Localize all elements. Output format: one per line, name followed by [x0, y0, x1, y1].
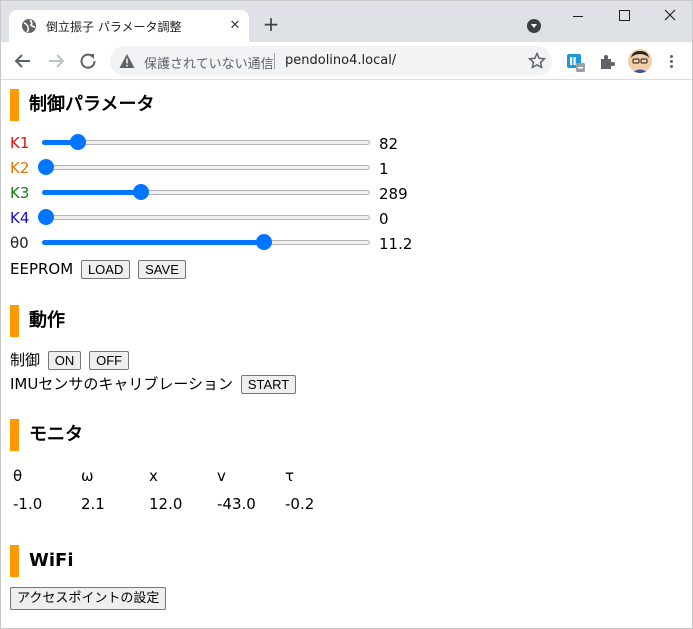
monitor-value: 2.1: [81, 495, 105, 513]
eeprom-row: EEPROM LOAD SAVE: [10, 260, 186, 279]
section-heading-wifi: WiFi: [10, 545, 74, 577]
monitor-value: -0.2: [285, 495, 315, 513]
slider-k2[interactable]: [38, 158, 370, 176]
extensions-icon[interactable]: [598, 53, 616, 71]
tab-title: 倒立振子 パラメータ調整: [46, 20, 182, 34]
section-heading-operation: 動作: [10, 305, 65, 337]
imu-calibration-label: IMUセンサのキャリブレーション: [10, 375, 234, 393]
eeprom-label: EEPROM: [10, 260, 74, 278]
address-bar[interactable]: 保護されていない通信 pendolino4.local/: [110, 46, 552, 76]
monitor-header: ω: [81, 467, 94, 485]
control-on-button[interactable]: ON: [47, 351, 82, 370]
imu-calibration-row: IMUセンサのキャリブレーション START: [10, 373, 297, 394]
avatar[interactable]: [628, 49, 652, 73]
globe-icon: [22, 19, 36, 33]
monitor-value: -43.0: [217, 495, 256, 513]
monitor-value: -1.0: [13, 495, 43, 513]
monitor-header: x: [149, 467, 158, 485]
param-value-theta0: 11.2: [379, 235, 413, 253]
browser-window: 倒立振子 パラメータ調整 ✕ + 保護されていない通信 pendolino4.l…: [0, 0, 693, 629]
tab-search-icon[interactable]: [527, 19, 541, 33]
reload-icon[interactable]: [79, 52, 97, 70]
control-row: 制御 ON OFF: [10, 349, 130, 370]
eeprom-load-button[interactable]: LOAD: [80, 260, 131, 279]
new-tab-button[interactable]: +: [260, 14, 282, 36]
tab-close-icon[interactable]: ✕: [227, 18, 243, 34]
security-status: 保護されていない通信: [144, 57, 274, 72]
forward-icon[interactable]: [47, 52, 65, 70]
wifi-row: アクセスポイントの設定: [10, 587, 167, 610]
control-off-button[interactable]: OFF: [89, 351, 130, 370]
url-text[interactable]: pendolino4.local/: [285, 53, 396, 68]
back-icon[interactable]: [14, 52, 32, 70]
page-content: 制御パラメータ K1 82 K2 1 K3 289 K4 0 θ0 11.2 E…: [1, 81, 692, 628]
param-value-k3: 289: [379, 185, 408, 203]
imu-start-button[interactable]: START: [240, 375, 297, 394]
slider-k4[interactable]: [38, 208, 370, 226]
param-value-k4: 0: [379, 210, 389, 228]
eeprom-save-button[interactable]: SAVE: [138, 260, 186, 279]
close-icon: [664, 9, 676, 21]
section-heading-monitor: モニタ: [10, 419, 83, 451]
bookmark-star-icon[interactable]: [528, 52, 546, 70]
monitor-header: v: [217, 467, 226, 485]
control-label: 制御: [10, 351, 41, 369]
minimize-button[interactable]: [563, 6, 593, 26]
monitor-header: θ: [13, 467, 23, 485]
browser-toolbar: 保護されていない通信 pendolino4.local/: [1, 42, 692, 80]
monitor-value: 12.0: [149, 495, 183, 513]
slider-k3[interactable]: [38, 183, 370, 201]
slider-theta0[interactable]: [38, 233, 370, 251]
tab-strip: 倒立振子 パラメータ調整 ✕ +: [1, 1, 692, 42]
close-window-button[interactable]: [655, 6, 685, 26]
extension-b-icon[interactable]: [567, 54, 585, 72]
param-value-k2: 1: [379, 160, 389, 178]
param-value-k1: 82: [379, 135, 399, 153]
omnibox-divider: [274, 53, 275, 69]
param-label-k3: K3: [10, 184, 30, 202]
maximize-button[interactable]: [609, 6, 639, 26]
slider-k1[interactable]: [38, 133, 370, 151]
param-label-theta0: θ0: [10, 234, 29, 252]
monitor-header: τ: [285, 467, 295, 485]
param-label-k2: K2: [10, 159, 30, 177]
param-label-k1: K1: [10, 134, 30, 152]
access-point-settings-button[interactable]: アクセスポイントの設定: [10, 587, 167, 610]
param-label-k4: K4: [10, 209, 30, 227]
warning-icon[interactable]: [119, 53, 135, 69]
section-heading-control: 制御パラメータ: [10, 89, 154, 121]
menu-kebab-icon[interactable]: [664, 53, 678, 71]
active-tab[interactable]: 倒立振子 パラメータ調整 ✕: [9, 10, 249, 42]
